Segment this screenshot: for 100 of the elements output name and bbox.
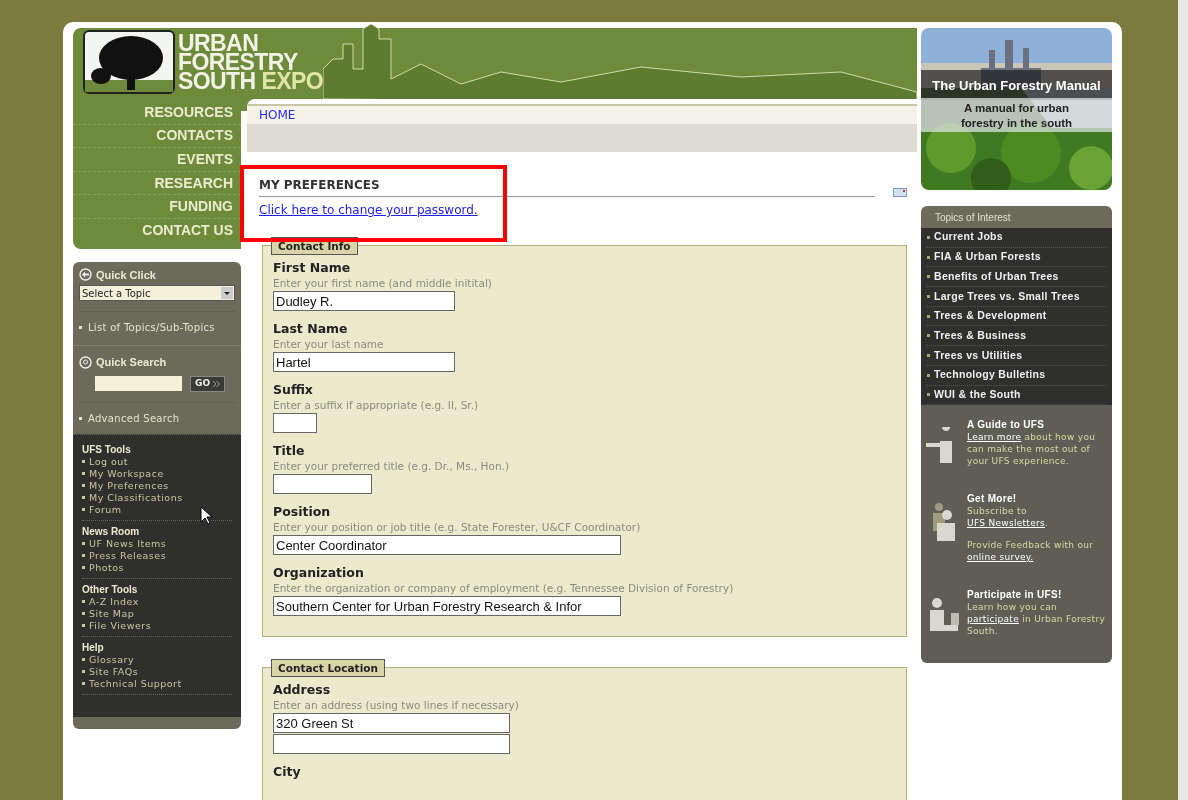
sidebar-link[interactable]: My Classifications bbox=[89, 491, 183, 504]
sidebar-link[interactable]: Site Map bbox=[89, 607, 135, 620]
topic-link[interactable]: Technology Bulletins bbox=[934, 367, 1046, 384]
search-icon bbox=[79, 355, 92, 369]
field-label: City bbox=[273, 764, 302, 780]
field-hint: Enter an address (using two lines if necessary) bbox=[273, 698, 520, 712]
text-field[interactable]: 320 Green St bbox=[273, 713, 510, 733]
sidebar-link[interactable]: Press Releases bbox=[89, 549, 167, 562]
sidebar-link[interactable]: List of Topics/Sub-Topics bbox=[88, 320, 215, 336]
topic-link[interactable]: FIA & Urban Forests bbox=[934, 249, 1041, 265]
field-label: Organization bbox=[273, 565, 365, 581]
bullet-icon bbox=[82, 682, 85, 686]
promo-link[interactable]: online survey. bbox=[967, 552, 1034, 563]
bullet-icon bbox=[927, 314, 930, 318]
promo-text: Provide Feedback with our online survey. bbox=[967, 539, 1095, 564]
bullet-icon bbox=[927, 334, 930, 338]
text-field[interactable]: Dudley R. bbox=[273, 291, 455, 311]
section-legend: Contact Location bbox=[271, 659, 385, 677]
promo-title: Participate in UFS! bbox=[967, 589, 1063, 602]
bullet-icon bbox=[927, 235, 930, 239]
promo-link[interactable]: participate bbox=[967, 614, 1019, 625]
topic-select[interactable]: Select a Topic bbox=[79, 285, 235, 302]
promo-link[interactable]: Learn more bbox=[967, 432, 1022, 443]
field-hint: Enter the organization or company of employment (e.g. Tennessee Division of Forestry) bbox=[273, 581, 735, 595]
sidebar-link[interactable]: Technical Support bbox=[89, 677, 182, 690]
bullet-icon bbox=[927, 255, 930, 259]
bullet-icon bbox=[82, 508, 85, 512]
bullet-icon bbox=[79, 326, 82, 330]
field-hint: Enter your position or job title (e.g. State Forester, U&CF Coordinator) bbox=[273, 520, 642, 534]
text-field[interactable] bbox=[273, 734, 510, 754]
bullet-icon bbox=[82, 612, 85, 616]
person-laptop-icon bbox=[927, 597, 961, 634]
bullet-icon bbox=[82, 624, 85, 628]
promo-title: Get More! bbox=[967, 493, 1018, 506]
field-hint: Enter your preferred title (e.g. Dr., Ms., Hon.) bbox=[273, 459, 511, 473]
chevrons-icon bbox=[213, 380, 221, 387]
bullet-icon bbox=[927, 393, 930, 397]
topic-link[interactable]: Benefits of Urban Trees bbox=[934, 268, 1059, 285]
text-field[interactable]: Center Coordinator bbox=[273, 535, 621, 555]
field-label: First Name bbox=[273, 260, 352, 276]
bullet-icon bbox=[82, 554, 85, 558]
dropdown-icon bbox=[221, 287, 233, 300]
bullet-icon bbox=[927, 353, 930, 357]
bullet-icon bbox=[82, 600, 85, 604]
field-hint: Enter your first name (and middle initital) bbox=[273, 276, 493, 290]
text-field[interactable] bbox=[273, 413, 317, 433]
mail-icon[interactable] bbox=[893, 188, 907, 197]
bullet-icon bbox=[82, 484, 85, 488]
bullet-icon bbox=[927, 294, 930, 298]
section-title: UFS Tools bbox=[82, 443, 132, 456]
password-link[interactable]: Click here to change your password. bbox=[259, 201, 478, 219]
sidebar-link[interactable]: Advanced Search bbox=[88, 410, 180, 426]
field-hint: Enter your last name bbox=[273, 337, 385, 351]
scrollbar[interactable] bbox=[1178, 0, 1188, 800]
promo-title: A Guide to UFS bbox=[967, 419, 1046, 432]
banner-subtitle: A manual for urban forestry in the south bbox=[960, 102, 1073, 129]
topic-link[interactable]: Trees vs Utilities bbox=[934, 347, 1023, 364]
mouse-cursor-icon bbox=[200, 506, 212, 525]
topics-title: Topics of Interest bbox=[935, 210, 1011, 225]
text-field[interactable] bbox=[273, 474, 372, 494]
promo-text: Get More! Subscribe to UFS Newsletters. bbox=[967, 493, 1108, 530]
promo-text: Participate in UFS! Learn how you can participate in Urban Forestry South. bbox=[967, 589, 1108, 638]
bullet-icon bbox=[82, 566, 85, 570]
breadcrumb-link[interactable]: HOME bbox=[259, 106, 296, 124]
sidebar-link[interactable]: Log out bbox=[89, 455, 129, 468]
topic-link[interactable]: Current Jobs bbox=[934, 229, 1003, 246]
bullet-icon bbox=[82, 658, 85, 662]
topic-link[interactable]: Trees & Development bbox=[934, 308, 1047, 324]
promo-text: A Guide to UFS Learn more about how you can make the most out of your UFS experience. bbox=[967, 419, 1108, 468]
bullet-icon bbox=[927, 275, 930, 279]
bullet-icon bbox=[79, 416, 82, 420]
manual-banner[interactable]: The Urban Forestry Manual A manual for urban forestry in the south bbox=[921, 28, 1112, 190]
topic-link[interactable]: Large Trees vs. Small Trees bbox=[934, 288, 1080, 305]
section-title: Help bbox=[82, 641, 105, 654]
text-field[interactable]: Southern Center for Urban Forestry Research & Infor bbox=[273, 596, 621, 616]
sidebar-link[interactable]: Photos bbox=[89, 561, 125, 574]
topic-link[interactable]: WUI & the South bbox=[934, 386, 1021, 403]
section-title: Other Tools bbox=[82, 583, 139, 596]
sidebar-link[interactable]: File Viewers bbox=[89, 619, 152, 632]
field-hint: Enter a suffix if appropriate (e.g. II, Sr.) bbox=[273, 398, 480, 412]
bullet-icon bbox=[82, 542, 85, 546]
field-label: Title bbox=[273, 443, 306, 459]
sidebar-link[interactable]: Site FAQs bbox=[89, 665, 139, 678]
bullet-icon bbox=[82, 460, 85, 464]
sidebar-link[interactable]: My Preferences bbox=[89, 479, 169, 492]
sidebar-link[interactable]: Glossary bbox=[89, 653, 135, 666]
sidebar-link[interactable]: Forum bbox=[89, 503, 122, 516]
text-field[interactable]: Hartel bbox=[273, 352, 455, 372]
bullet-icon bbox=[82, 670, 85, 674]
sidebar-link[interactable]: UF News Items bbox=[89, 537, 167, 550]
search-field[interactable] bbox=[95, 376, 182, 392]
go-button[interactable]: GO bbox=[190, 375, 226, 392]
bullet-icon bbox=[82, 496, 85, 500]
topic-link[interactable]: Trees & Business bbox=[934, 327, 1027, 344]
field-label: Last Name bbox=[273, 321, 349, 337]
sidebar-link[interactable]: My Workspace bbox=[89, 467, 164, 480]
panel-title: Quick Search bbox=[96, 355, 167, 371]
banner-title: The Urban Forestry Manual bbox=[932, 78, 1101, 93]
section-title: News Room bbox=[82, 525, 141, 538]
sidebar-link[interactable]: A-Z Index bbox=[89, 595, 139, 608]
